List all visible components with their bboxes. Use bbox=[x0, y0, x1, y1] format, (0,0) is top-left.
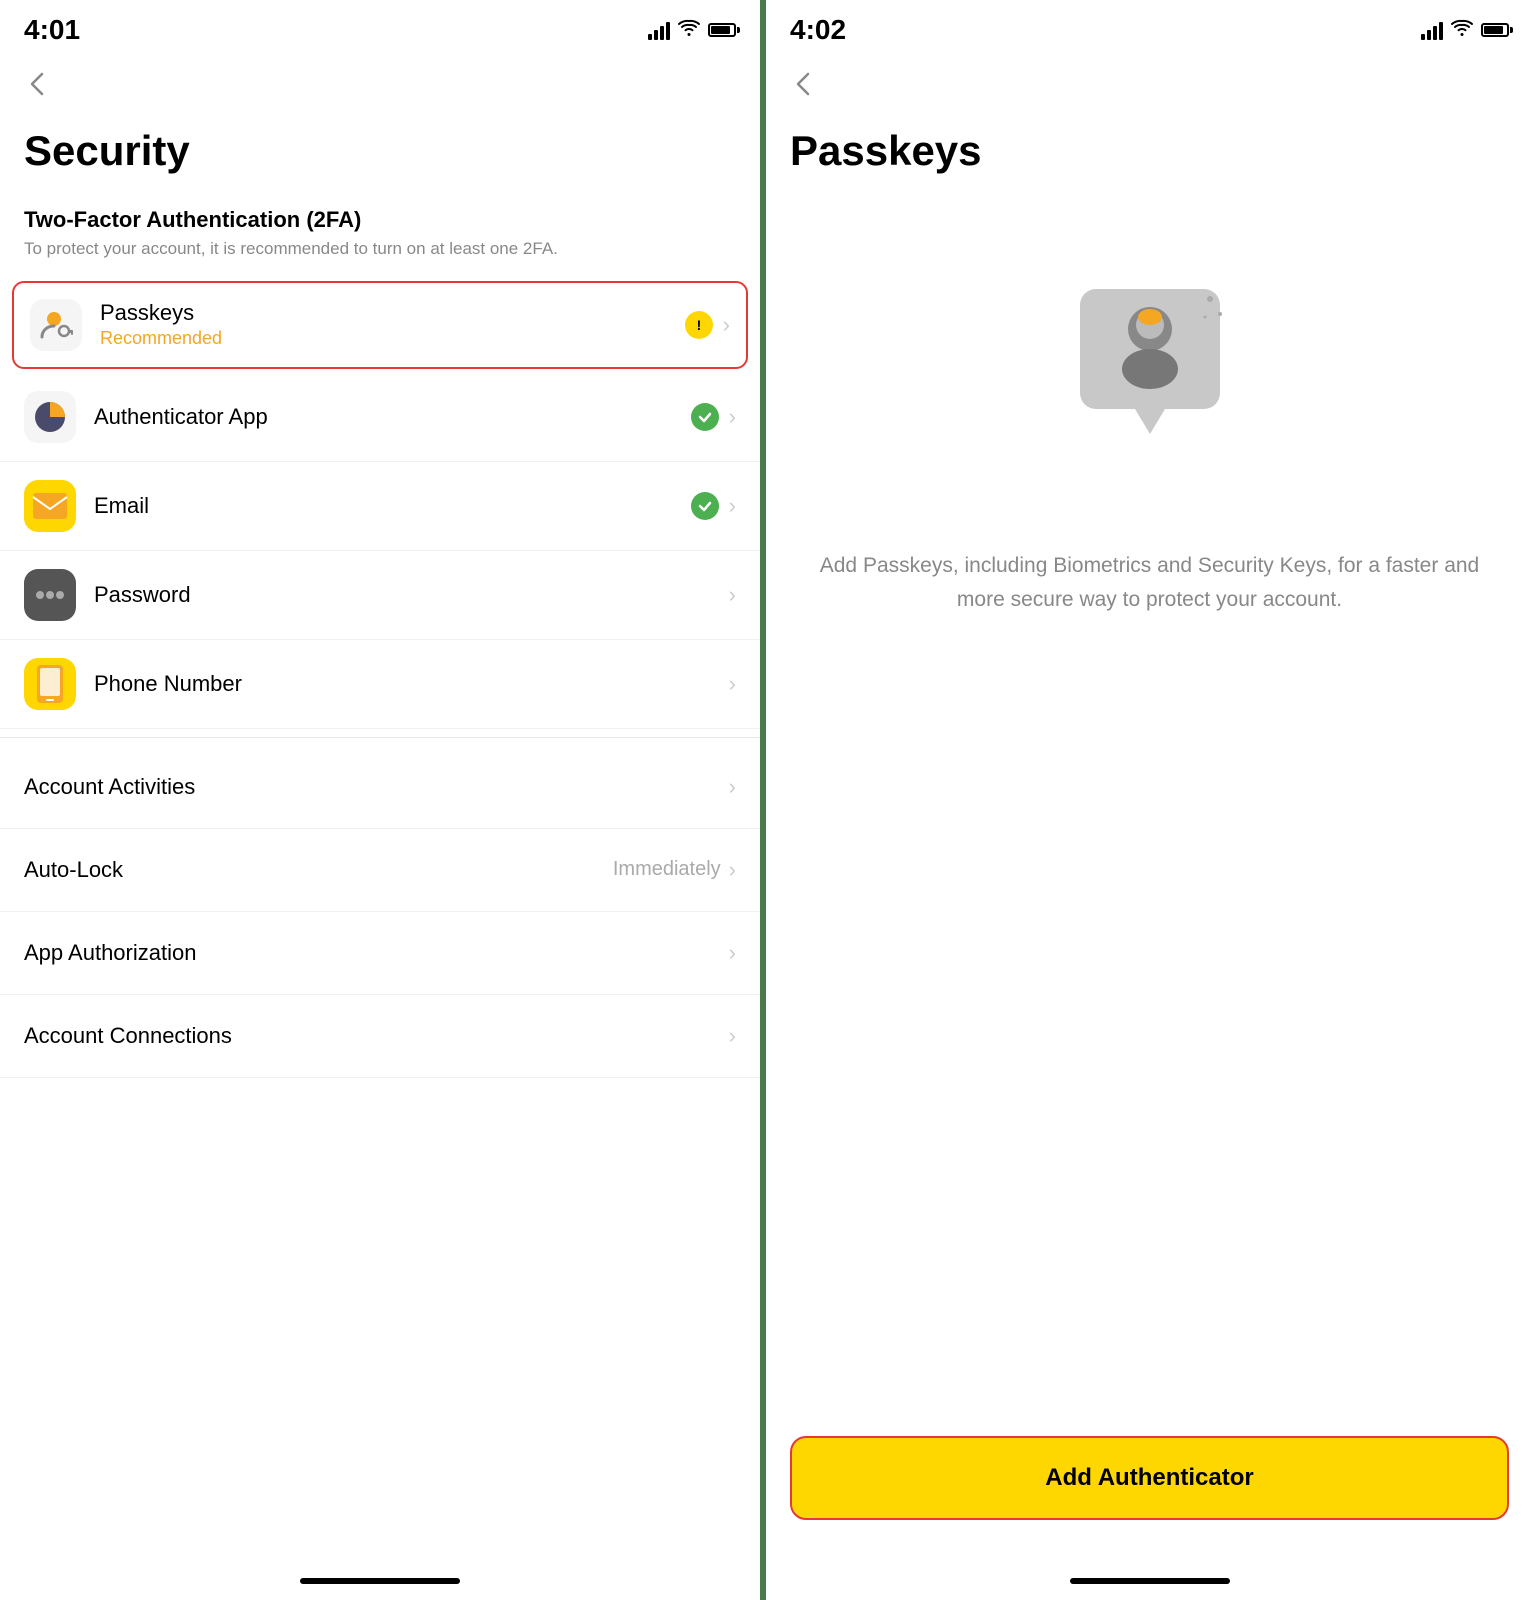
plain-items-list: Account Activities › Auto-Lock Immediate… bbox=[0, 746, 760, 1078]
left-back-button[interactable] bbox=[0, 54, 760, 111]
account-connections-item[interactable]: Account Connections › bbox=[0, 995, 760, 1078]
left-home-indicator bbox=[300, 1578, 460, 1584]
svg-text:!: ! bbox=[696, 317, 701, 333]
add-authenticator-button-container: Add Authenticator bbox=[790, 1436, 1509, 1520]
signal-bar-2 bbox=[654, 30, 658, 40]
app-authorization-item[interactable]: App Authorization › bbox=[0, 912, 760, 995]
right-status-icons bbox=[1421, 19, 1509, 42]
passkeys-warning-icon: ! bbox=[685, 311, 713, 339]
right-home-indicator bbox=[1070, 1578, 1230, 1584]
two-fa-title: Two-Factor Authentication (2FA) bbox=[24, 207, 736, 233]
battery-fill bbox=[711, 26, 730, 34]
passkeys-item[interactable]: Passkeys Recommended ! › bbox=[12, 281, 748, 369]
passkeys-icon bbox=[38, 307, 74, 343]
authenticator-icon bbox=[32, 399, 68, 435]
left-time: 4:01 bbox=[24, 14, 80, 46]
email-title: Email bbox=[94, 493, 691, 519]
passkeys-illustration-svg bbox=[1060, 279, 1240, 459]
password-icon bbox=[32, 585, 68, 605]
passkeys-illustration bbox=[766, 279, 1533, 459]
right-signal-icon bbox=[1421, 20, 1443, 40]
authenticator-title: Authenticator App bbox=[94, 404, 691, 430]
right-page-title: Passkeys bbox=[766, 111, 1533, 199]
app-authorization-label: App Authorization bbox=[24, 940, 729, 966]
right-back-button[interactable] bbox=[766, 54, 1533, 111]
auto-lock-value: Immediately bbox=[613, 858, 721, 881]
right-status-bar: 4:02 bbox=[766, 0, 1533, 54]
signal-bar-3 bbox=[660, 26, 664, 40]
password-icon-container bbox=[24, 569, 76, 621]
email-success-icon bbox=[691, 492, 719, 520]
authenticator-success-icon bbox=[691, 403, 719, 431]
phone-number-item[interactable]: Phone Number › bbox=[0, 640, 760, 729]
left-status-icons bbox=[648, 19, 736, 42]
right-panel: 4:02 bbox=[766, 0, 1533, 1600]
phone-number-title: Phone Number bbox=[94, 671, 729, 697]
authenticator-icon-container bbox=[24, 391, 76, 443]
app-authorization-chevron: › bbox=[729, 940, 736, 966]
phone-icon-container bbox=[24, 658, 76, 710]
security-items-list: Passkeys Recommended ! › A bbox=[0, 281, 760, 729]
email-right: › bbox=[691, 492, 736, 520]
passkeys-icon-container bbox=[30, 299, 82, 351]
authenticator-text: Authenticator App bbox=[94, 404, 691, 430]
phone-icon bbox=[36, 664, 64, 704]
email-chevron: › bbox=[729, 493, 736, 519]
battery-icon bbox=[708, 23, 736, 37]
email-text: Email bbox=[94, 493, 691, 519]
passkeys-description: Add Passkeys, including Biometrics and S… bbox=[766, 509, 1533, 616]
phone-number-chevron: › bbox=[729, 671, 736, 697]
authenticator-chevron: › bbox=[729, 404, 736, 430]
left-status-bar: 4:01 bbox=[0, 0, 760, 54]
password-text: Password bbox=[94, 582, 729, 608]
authenticator-right: › bbox=[691, 403, 736, 431]
left-panel: 4:01 bbox=[0, 0, 766, 1600]
passkeys-title: Passkeys bbox=[100, 300, 685, 326]
signal-bar-1 bbox=[648, 34, 652, 40]
authenticator-app-item[interactable]: Authenticator App › bbox=[0, 373, 760, 462]
passkeys-right: ! › bbox=[685, 311, 730, 339]
add-authenticator-button[interactable]: Add Authenticator bbox=[790, 1436, 1509, 1520]
account-activities-item[interactable]: Account Activities › bbox=[0, 746, 760, 829]
auto-lock-chevron: › bbox=[729, 857, 736, 883]
wifi-icon bbox=[678, 19, 700, 42]
password-chevron: › bbox=[729, 582, 736, 608]
email-icon-container bbox=[24, 480, 76, 532]
signal-icon bbox=[648, 20, 670, 40]
account-connections-chevron: › bbox=[729, 1023, 736, 1049]
passkeys-chevron: › bbox=[723, 312, 730, 338]
illustration-container bbox=[1060, 279, 1240, 459]
account-activities-chevron: › bbox=[729, 774, 736, 800]
two-fa-section-header: Two-Factor Authentication (2FA) To prote… bbox=[0, 199, 760, 265]
password-right: › bbox=[729, 582, 736, 608]
main-divider bbox=[0, 737, 760, 738]
phone-number-right: › bbox=[729, 671, 736, 697]
signal-bar-4 bbox=[666, 22, 670, 40]
email-item[interactable]: Email › bbox=[0, 462, 760, 551]
phone-number-text: Phone Number bbox=[94, 671, 729, 697]
email-icon bbox=[32, 492, 68, 520]
password-title: Password bbox=[94, 582, 729, 608]
account-activities-label: Account Activities bbox=[24, 774, 729, 800]
auto-lock-label: Auto-Lock bbox=[24, 857, 613, 883]
right-battery-icon bbox=[1481, 23, 1509, 37]
passkeys-subtitle: Recommended bbox=[100, 328, 685, 349]
account-connections-label: Account Connections bbox=[24, 1023, 729, 1049]
password-item[interactable]: Password › bbox=[0, 551, 760, 640]
left-page-title: Security bbox=[0, 111, 760, 199]
right-wifi-icon bbox=[1451, 19, 1473, 42]
passkeys-text: Passkeys Recommended bbox=[100, 300, 685, 349]
two-fa-subtitle: To protect your account, it is recommend… bbox=[24, 237, 736, 261]
right-time: 4:02 bbox=[790, 14, 846, 46]
auto-lock-item[interactable]: Auto-Lock Immediately › bbox=[0, 829, 760, 912]
